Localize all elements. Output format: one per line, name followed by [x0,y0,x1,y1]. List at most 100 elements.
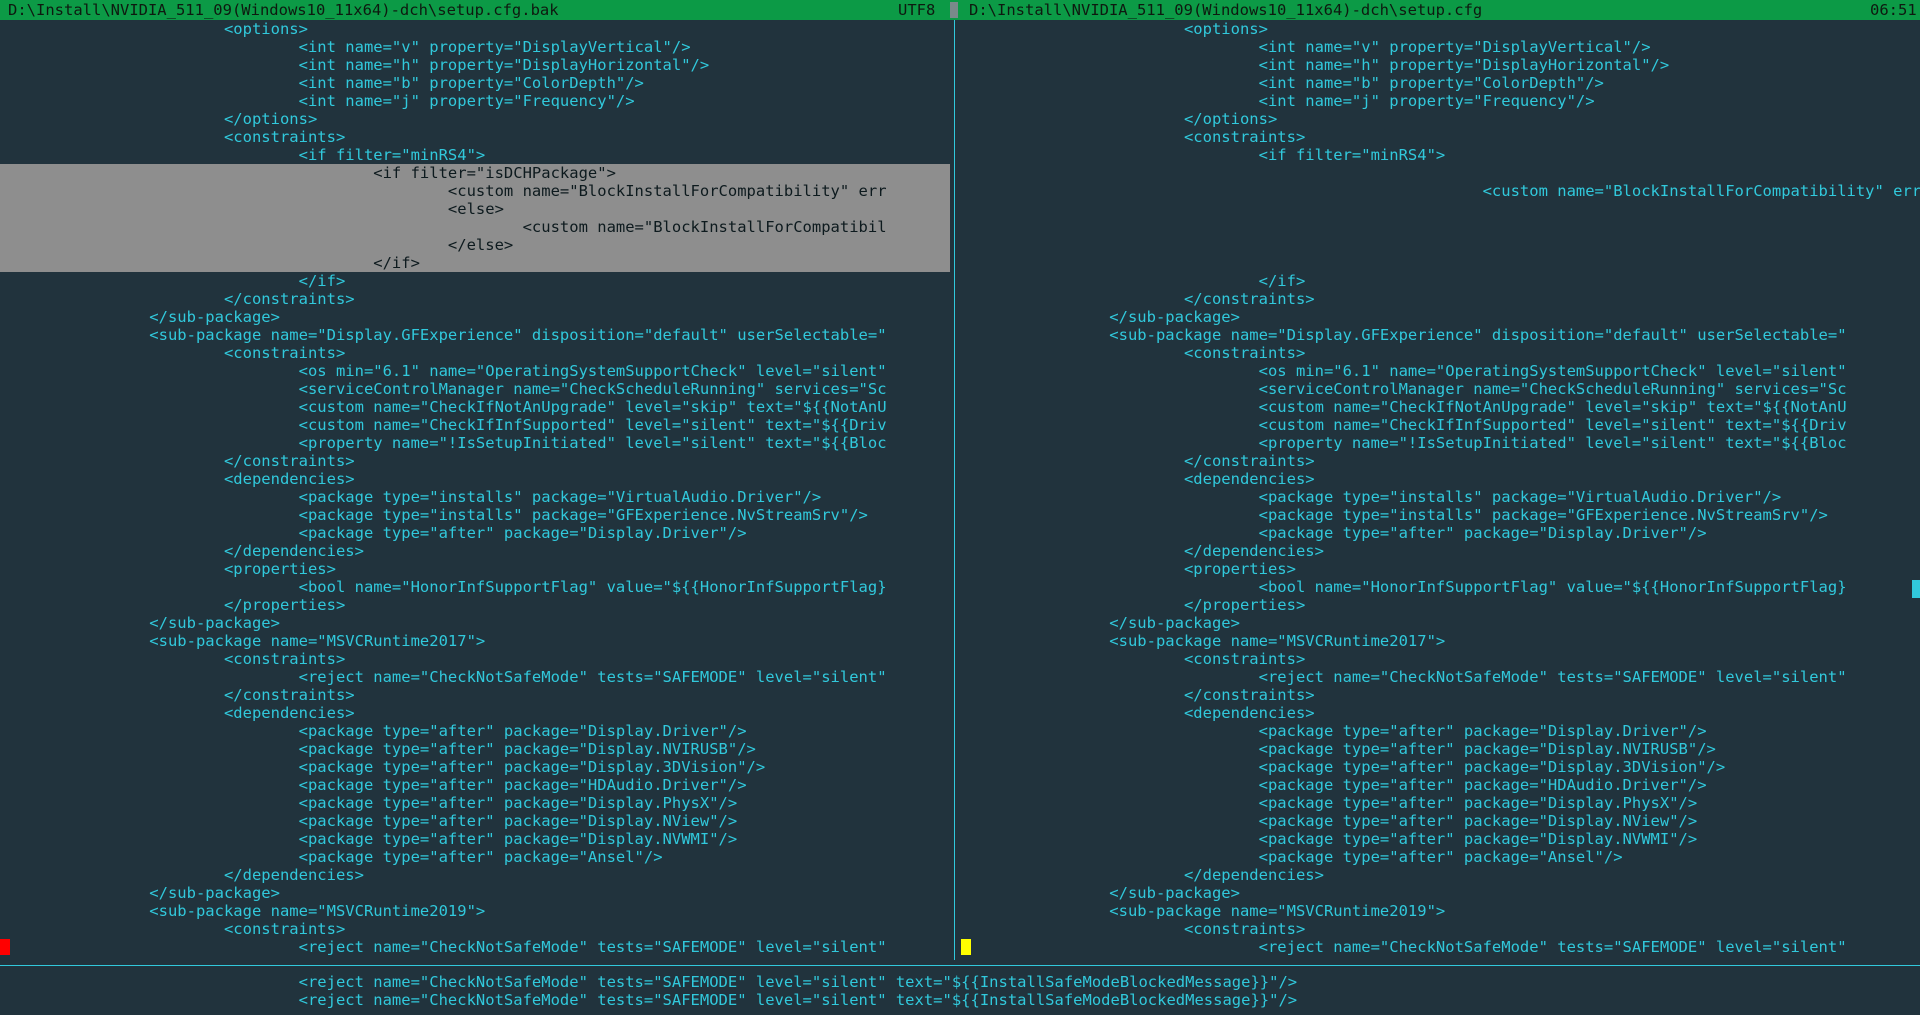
code-line[interactable]: <os min="6.1" name="OperatingSystemSuppo… [0,362,950,380]
code-line[interactable]: <reject name="CheckNotSafeMode" tests="S… [960,938,1920,956]
code-line[interactable]: <package type="after" package="Display.3… [0,758,950,776]
code-line[interactable]: </constraints> [960,686,1920,704]
code-line[interactable]: </dependencies> [0,866,950,884]
code-line[interactable]: <package type="after" package="Ansel"/> [0,848,950,866]
code-line[interactable]: <package type="after" package="Display.N… [960,740,1920,758]
code-line[interactable]: <constraints> [960,920,1920,938]
code-line[interactable]: <int name="v" property="DisplayVertical"… [960,38,1920,56]
code-line[interactable]: </dependencies> [960,866,1920,884]
code-line[interactable]: <package type="installs" package="Virtua… [0,488,950,506]
code-line[interactable]: <os min="6.1" name="OperatingSystemSuppo… [960,362,1920,380]
code-line[interactable]: <sub-package name="Display.GFExperience"… [0,326,950,344]
code-line[interactable]: </properties> [960,596,1920,614]
code-line[interactable]: </properties> [0,596,950,614]
code-line[interactable]: <int name="j" property="Frequency"/> [0,92,950,110]
code-line[interactable]: <package type="after" package="Display.D… [960,524,1920,542]
code-line[interactable]: <package type="after" package="Display.N… [960,812,1920,830]
scrollbar-thumb[interactable] [1912,580,1920,598]
code-line[interactable]: <property name="!IsSetupInitiated" level… [960,434,1920,452]
code-line[interactable]: <int name="b" property="ColorDepth"/> [960,74,1920,92]
code-line[interactable]: <serviceControlManager name="CheckSchedu… [960,380,1920,398]
code-line[interactable]: <package type="after" package="Display.D… [0,524,950,542]
code-line[interactable]: </sub-package> [960,308,1920,326]
code-line[interactable]: <constraints> [0,128,950,146]
code-line[interactable]: <int name="b" property="ColorDepth"/> [0,74,950,92]
code-line[interactable]: <package type="after" package="Display.N… [0,830,950,848]
code-line[interactable]: <constraints> [0,344,950,362]
code-line[interactable]: <int name="j" property="Frequency"/> [960,92,1920,110]
code-line[interactable]: <if filter="isDCHPackage"> [0,164,950,182]
code-line[interactable]: <bool name="HonorInfSupportFlag" value="… [960,578,1920,596]
code-line[interactable]: <properties> [0,560,950,578]
code-line[interactable] [960,218,1920,236]
code-line[interactable]: </sub-package> [960,614,1920,632]
code-line[interactable]: <constraints> [0,920,950,938]
code-line[interactable]: <reject name="CheckNotSafeMode" tests="S… [960,668,1920,686]
code-line[interactable]: <int name="h" property="DisplayHorizonta… [0,56,950,74]
code-line[interactable]: <package type="installs" package="GFExpe… [0,506,950,524]
code-line[interactable]: <if filter="minRS4"> [960,146,1920,164]
code-line[interactable]: <package type="after" package="Ansel"/> [960,848,1920,866]
code-line[interactable]: <custom name="BlockInstallForCompatibil [0,218,950,236]
code-line[interactable]: </sub-package> [0,884,950,902]
pane-separator-handle[interactable] [950,2,958,18]
code-line[interactable]: <package type="after" package="Display.D… [0,722,950,740]
code-line[interactable]: <dependencies> [960,470,1920,488]
code-line[interactable]: </constraints> [0,686,950,704]
code-line[interactable]: <reject name="CheckNotSafeMode" tests="S… [0,668,950,686]
code-line[interactable]: <package type="installs" package="Virtua… [960,488,1920,506]
code-line[interactable]: <custom name="BlockInstallForCompatibili… [0,182,950,200]
code-line[interactable]: <sub-package name="MSVCRuntime2019"> [0,902,950,920]
code-line[interactable]: <dependencies> [0,470,950,488]
code-line[interactable]: <custom name="CheckIfNotAnUpgrade" level… [960,398,1920,416]
code-line[interactable]: </else> [0,236,950,254]
right-editor-pane[interactable]: <options> <int name="v" property="Displa… [960,20,1920,960]
code-line[interactable]: <custom name="CheckIfNotAnUpgrade" level… [0,398,950,416]
code-line[interactable]: </constraints> [0,290,950,308]
code-line[interactable]: <else> [0,200,950,218]
code-line[interactable]: <options> [960,20,1920,38]
code-line[interactable]: <constraints> [960,344,1920,362]
code-line[interactable] [960,200,1920,218]
code-line[interactable]: <package type="after" package="HDAudio.D… [0,776,950,794]
code-line[interactable]: </sub-package> [960,884,1920,902]
code-line[interactable]: </constraints> [0,452,950,470]
code-line[interactable]: </options> [0,110,950,128]
code-line[interactable]: </if> [960,272,1920,290]
code-line[interactable]: <package type="after" package="Display.P… [960,794,1920,812]
code-line[interactable]: </dependencies> [960,542,1920,560]
code-line[interactable]: <package type="after" package="Display.N… [0,812,950,830]
code-line[interactable]: <constraints> [0,650,950,668]
code-line[interactable]: <sub-package name="Display.GFExperience"… [960,326,1920,344]
code-line[interactable]: </sub-package> [0,614,950,632]
code-line[interactable]: <property name="!IsSetupInitiated" level… [0,434,950,452]
code-line[interactable]: </options> [960,110,1920,128]
code-line[interactable]: <package type="installs" package="GFExpe… [960,506,1920,524]
code-line[interactable]: <sub-package name="MSVCRuntime2019"> [960,902,1920,920]
code-line[interactable]: <sub-package name="MSVCRuntime2017"> [960,632,1920,650]
code-line[interactable]: </if> [0,254,950,272]
code-line[interactable]: </if> [0,272,950,290]
code-line[interactable]: <int name="h" property="DisplayHorizonta… [960,56,1920,74]
code-line[interactable]: <custom name="BlockInstallForCompatibili… [960,182,1920,200]
code-line[interactable]: <package type="after" package="Display.D… [960,722,1920,740]
code-line[interactable]: <serviceControlManager name="CheckSchedu… [0,380,950,398]
code-line[interactable]: <package type="after" package="Display.P… [0,794,950,812]
code-line[interactable]: <constraints> [960,650,1920,668]
code-line[interactable]: <custom name="CheckIfInfSupported" level… [960,416,1920,434]
code-line[interactable]: </dependencies> [0,542,950,560]
code-line[interactable] [960,254,1920,272]
code-line[interactable]: <dependencies> [960,704,1920,722]
code-line[interactable]: <package type="after" package="Display.3… [960,758,1920,776]
code-line[interactable]: <dependencies> [0,704,950,722]
code-line[interactable] [960,164,1920,182]
code-line[interactable]: <package type="after" package="Display.N… [0,740,950,758]
code-line[interactable]: <custom name="CheckIfInfSupported" level… [0,416,950,434]
code-line[interactable]: <bool name="HonorInfSupportFlag" value="… [0,578,950,596]
code-line[interactable]: </sub-package> [0,308,950,326]
code-line[interactable]: <constraints> [960,128,1920,146]
code-line[interactable]: <reject name="CheckNotSafeMode" tests="S… [0,938,950,956]
code-line[interactable]: <if filter="minRS4"> [0,146,950,164]
left-editor-pane[interactable]: <options> <int name="v" property="Displa… [0,20,950,960]
code-line[interactable]: <package type="after" package="Display.N… [960,830,1920,848]
